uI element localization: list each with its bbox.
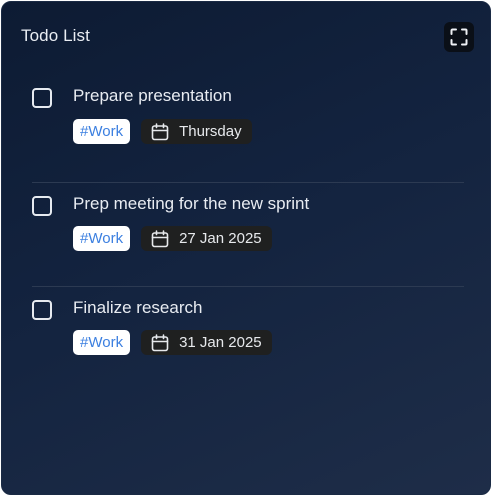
task-item: Finalize research #Work 31 Jan 2025 [32,286,464,391]
tag-badge[interactable]: #Work [73,226,131,251]
task-checkbox[interactable] [32,88,52,108]
due-date-text: 27 Jan 2025 [179,230,262,247]
due-date-badge: Thursday [141,119,252,144]
due-date-badge: 27 Jan 2025 [141,226,272,251]
calendar-icon [151,333,169,351]
task-title: Finalize research [73,298,203,317]
task-title: Prepare presentation [73,86,232,105]
task-title: Prep meeting for the new sprint [73,194,310,213]
task-checkbox[interactable] [32,196,52,216]
task-meta: #Work Thursday [73,119,252,144]
calendar-icon [151,122,169,140]
expand-button[interactable] [444,22,474,52]
calendar-icon [151,229,169,247]
task-meta: #Work 31 Jan 2025 [73,330,272,355]
expand-icon [450,28,468,46]
due-date-text: Thursday [179,123,242,140]
due-date-badge: 31 Jan 2025 [141,330,272,355]
tag-badge[interactable]: #Work [73,330,131,355]
tag-badge[interactable]: #Work [73,119,131,144]
task-meta: #Work 27 Jan 2025 [73,226,272,251]
task-item: Prepare presentation #Work Thursday [32,78,464,182]
task-item: Prep meeting for the new sprint #Work 27… [32,182,464,286]
task-list: Prepare presentation #Work Thursday Prep… [32,78,464,391]
due-date-text: 31 Jan 2025 [179,334,262,351]
todo-widget: Todo List Prepare presentation #Work Thu… [1,1,491,495]
task-checkbox[interactable] [32,300,52,320]
widget-title: Todo List [21,26,90,45]
